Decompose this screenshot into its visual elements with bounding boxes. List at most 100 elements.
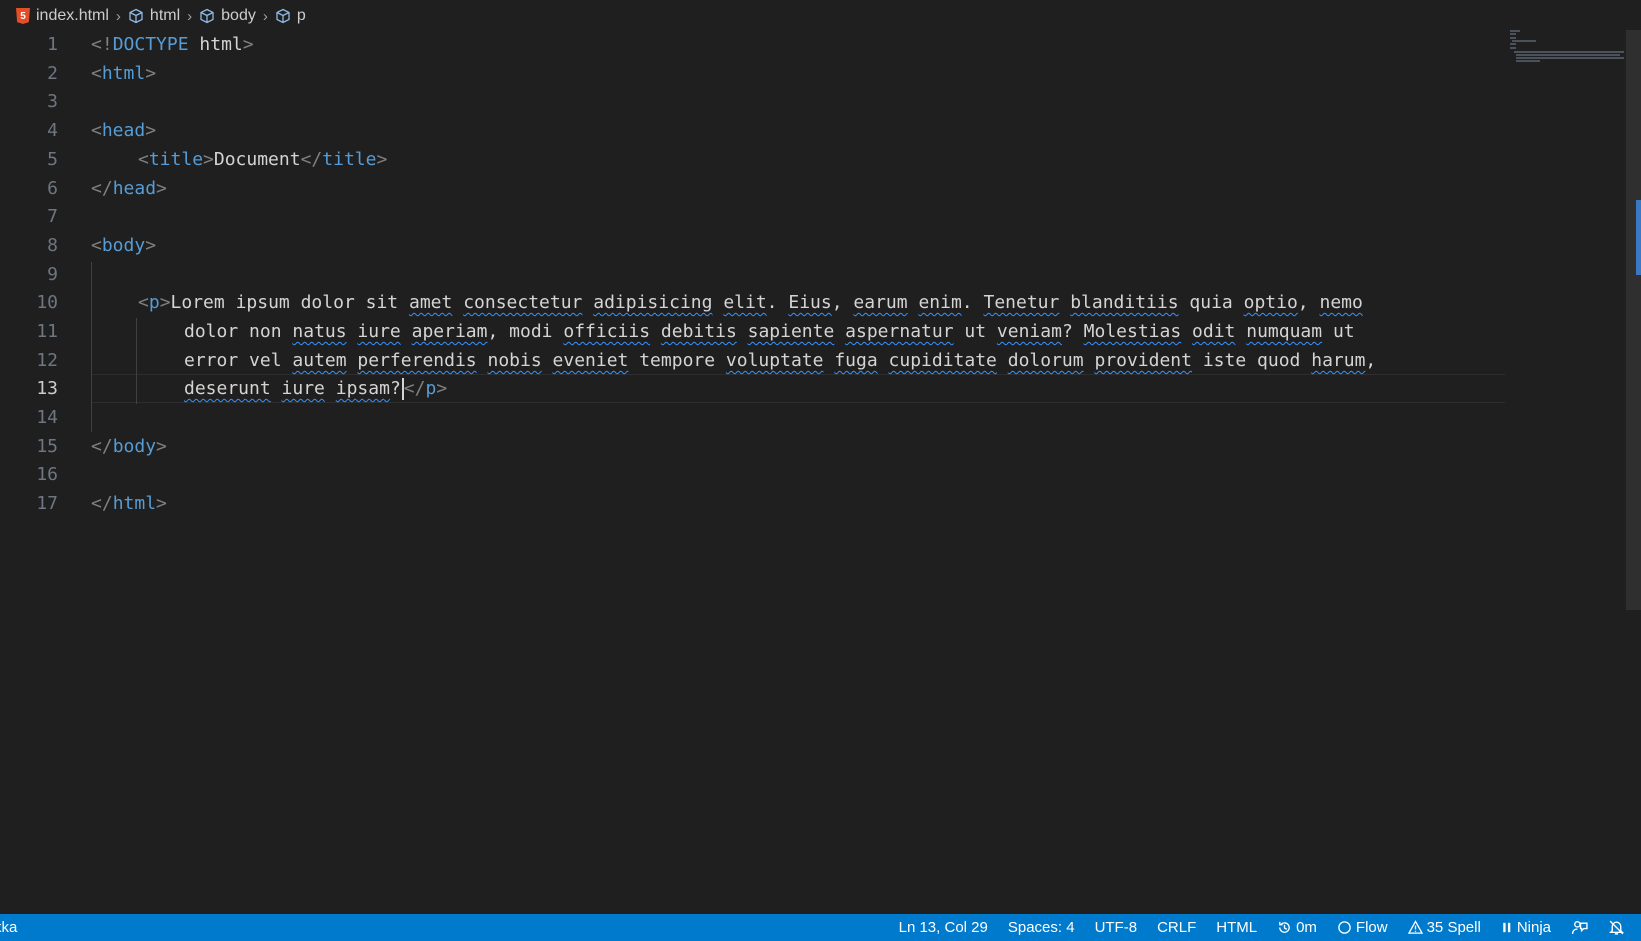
code-editor[interactable]: 1 2 3 4 5 6 7 8 9 10 11 12 13 14 15 16 1… [0,30,1641,914]
minimap[interactable] [1510,30,1626,70]
status-bar: kka Ln 13, Col 29 Spaces: 4 UTF-8 CRLF H… [0,914,1641,941]
code-line: <html> [91,63,157,84]
code-line: dolor non natus iure aperiam, modi offic… [184,317,1355,346]
breadcrumb-body-label: body [221,7,256,24]
code-word: enim [918,292,962,313]
code-word: quod [1257,350,1301,371]
breadcrumb-body[interactable]: body [199,7,256,25]
code-word: deserunt [184,378,271,399]
code-line: </body> [91,436,167,457]
chevron-right-icon: › [187,7,193,25]
code-punctuation [908,292,919,313]
code-word: aperiam [411,321,488,342]
code-punctuation [737,321,748,342]
code-punctuation [712,292,723,313]
status-left-item[interactable]: kka [0,919,17,936]
line-number: 1 [47,34,58,55]
code-punctuation: ? [1061,321,1084,342]
code-punctuation [553,321,564,342]
code-word: blanditiis [1070,292,1179,313]
code-word: dolor [184,321,239,342]
minimap-line [1514,51,1624,53]
code-word: modi [509,321,553,342]
code-word: aspernatur [845,321,954,342]
code-line: <!DOCTYPE html> [91,34,254,55]
code-word: quia [1189,292,1233,313]
vertical-scrollbar[interactable] [1626,30,1641,610]
code-punctuation [282,350,293,371]
breadcrumb-p[interactable]: p [275,7,306,25]
code-word: voluptate [725,350,824,371]
code-word: natus [292,321,347,342]
bell-slash-icon [1608,920,1625,935]
code-word: nemo [1319,292,1363,313]
status-indentation[interactable]: Spaces: 4 [1008,919,1075,936]
code-word: veniam [996,321,1062,342]
status-spell[interactable]: 35 Spell [1407,919,1481,936]
code-punctuation [401,321,412,342]
code-word: perferendis [357,350,477,371]
code-punctuation: , [1297,292,1320,313]
code-word: harum [1311,350,1366,371]
chevron-right-icon: › [262,7,268,25]
indent-guide [91,404,92,432]
line-number: 6 [47,178,58,199]
line-number: 5 [47,149,58,170]
code-word: nobis [487,350,542,371]
minimap-line [1512,40,1536,42]
code-punctuation [355,292,366,313]
code-word: sapiente [747,321,835,342]
code-line: <body> [91,235,157,256]
breadcrumb-html[interactable]: html [128,7,180,25]
feedback-button[interactable] [1571,919,1588,936]
symbol-cube-icon [276,8,290,24]
code-line: <p>Lorem ipsum dolor sit amet consectetu… [138,292,1363,313]
code-punctuation [282,321,293,342]
code-word: vel [249,350,282,371]
line-number: 2 [47,63,58,84]
breadcrumb: 5 index.html › html › body › p [0,0,1641,32]
status-language-mode[interactable]: HTML [1216,919,1257,936]
code-punctuation: , [487,321,510,342]
code-punctuation [452,292,463,313]
code-word: debitis [660,321,737,342]
code-punctuation [225,292,236,313]
code-word: ut [964,321,987,342]
code-punctuation [954,321,965,342]
code-word: Molestias [1083,321,1182,342]
status-time[interactable]: 0m [1277,919,1317,936]
indent-guide [136,318,137,404]
notifications-button[interactable] [1608,919,1625,936]
code-punctuation [347,321,358,342]
code-word: cupiditate [888,350,997,371]
line-number: 11 [36,321,58,342]
minimap-line [1516,54,1620,56]
code-word: Eius [788,292,832,313]
code-word: ipsam [335,378,390,399]
minimap-line [1510,37,1516,39]
minimap-line [1516,60,1540,62]
code-word: ut [1332,321,1355,342]
code-punctuation [986,321,997,342]
minimap-line [1510,47,1516,49]
status-ninja[interactable]: Ninja [1501,919,1551,936]
code-punctuation: , [1365,350,1377,371]
status-eol[interactable]: CRLF [1157,919,1196,936]
status-flow[interactable]: Flow [1337,919,1388,936]
code-word: adipisicing [593,292,713,313]
breadcrumb-html-label: html [149,7,181,24]
code-word: consectetur [463,292,583,313]
code-punctuation [477,350,488,371]
status-cursor-position[interactable]: Ln 13, Col 29 [899,919,988,936]
code-word: odit [1192,321,1236,342]
status-encoding[interactable]: UTF-8 [1095,919,1138,936]
code-word: iure [357,321,401,342]
code-punctuation [398,292,409,313]
code-word: Lorem [170,292,225,313]
code-punctuation [1246,350,1257,371]
code-word: non [249,321,282,342]
breadcrumb-file[interactable]: 5 index.html [16,7,109,25]
code-word: fuga [834,350,878,371]
line-number: 7 [47,206,58,227]
code-punctuation [715,350,726,371]
